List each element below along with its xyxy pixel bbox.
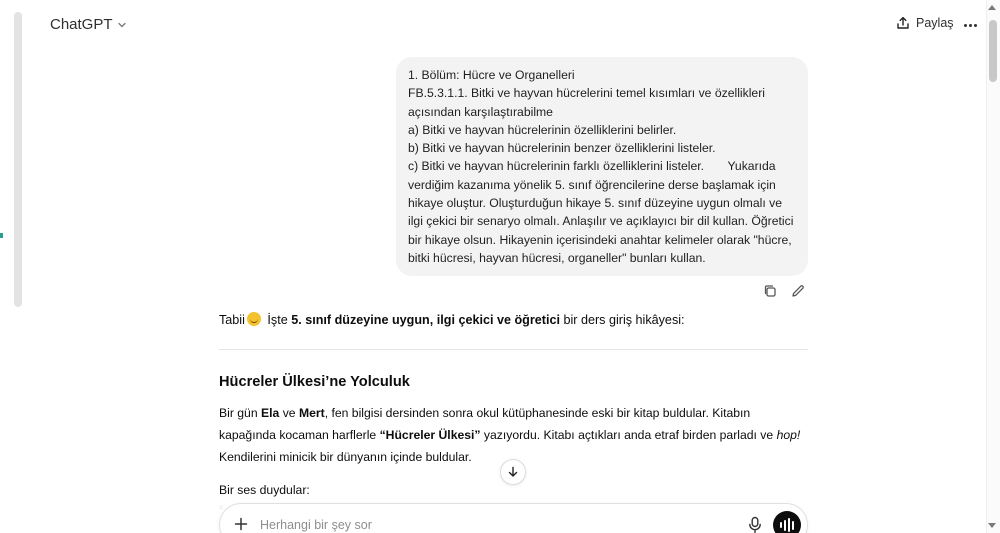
copy-icon[interactable]: [762, 283, 778, 299]
scroll-to-bottom-button[interactable]: [500, 459, 526, 485]
voice-mode-icon: [779, 518, 795, 532]
user-message-line: c) Bitki ve hayvan hücrelerinin farklı ö…: [408, 159, 776, 174]
reply-intro-prefix: Tabii: [219, 313, 245, 327]
user-message-line: 1. Bölüm: Hücre ve Organelleri: [408, 68, 575, 82]
reply-intro-suffix: bir ders giriş hikâyesi:: [559, 313, 685, 327]
voice-mode-button[interactable]: [773, 511, 801, 533]
user-message-line: b) Bitki ve hayvan hücrelerinin benzer ö…: [408, 141, 716, 156]
scroll-up-arrow-icon[interactable]: [988, 5, 996, 10]
user-message-line: ilgi çekici bir senaryo olmalı. Anlaşılı…: [408, 214, 794, 229]
sidebar-scrollbar[interactable]: [14, 12, 22, 307]
story-title: Hücreler Ülkesi’ne Yolculuk: [219, 374, 410, 390]
arrow-down-icon: [508, 466, 518, 477]
scroll-down-arrow-icon[interactable]: [988, 523, 996, 528]
more-options-button[interactable]: [960, 17, 980, 33]
plus-icon[interactable]: [232, 515, 250, 533]
user-message-line: verdiğim kazanıma yönelik 5. sınıf öğren…: [408, 177, 776, 192]
section-divider: [219, 349, 808, 350]
message-composer: [219, 503, 808, 533]
user-message-line: FB.5.3.1.1. Bitki ve hayvan hücrelerini …: [408, 86, 765, 101]
reply-intro-mid: İşte: [263, 313, 292, 327]
mic-icon[interactable]: [747, 516, 763, 533]
top-header: ChatGPT Paylaş: [22, 0, 986, 54]
user-message-line: bir hikaye olsun. Hikayenin içerisindeki…: [408, 232, 792, 247]
share-button[interactable]: Paylaş: [896, 16, 954, 30]
user-message-line: açısından karşılaştırabilme: [408, 104, 553, 119]
user-message-bubble: 1. Bölüm: Hücre ve Organelleri FB.5.3.1.…: [396, 57, 808, 276]
user-message-line: a) Bitki ve hayvan hücrelerinin özellikl…: [408, 122, 677, 137]
edit-icon[interactable]: [790, 283, 806, 299]
model-name: ChatGPT: [50, 16, 113, 33]
assistant-reply: Tabii İşte 5. sınıf düzeyine uygun, ilgi…: [219, 310, 808, 517]
left-rail-marker: [0, 233, 3, 238]
user-message-line: bitki hücresi, hayvan hücresi, organelle…: [408, 250, 706, 265]
user-message-line: hikaye oluştur. Oluşturduğun hikaye 5. s…: [408, 196, 782, 211]
more-icon: [963, 23, 967, 27]
share-label: Paylaş: [916, 16, 954, 30]
page-scrollbar[interactable]: [986, 0, 1000, 533]
smiling-emoji-icon: [246, 312, 261, 326]
chevron-down-icon: [117, 22, 126, 27]
share-icon: [897, 16, 909, 29]
left-rail: [0, 0, 14, 533]
scrollbar-thumb[interactable]: [989, 20, 997, 82]
user-message-actions: [762, 283, 806, 299]
reply-intro-bold: 5. sınıf düzeyine uygun, ilgi çekici ve …: [291, 313, 560, 327]
model-picker[interactable]: ChatGPT: [50, 16, 127, 33]
reply-intro: Tabii İşte 5. sınıf düzeyine uygun, ilgi…: [219, 310, 808, 330]
prompt-input[interactable]: [260, 514, 720, 533]
